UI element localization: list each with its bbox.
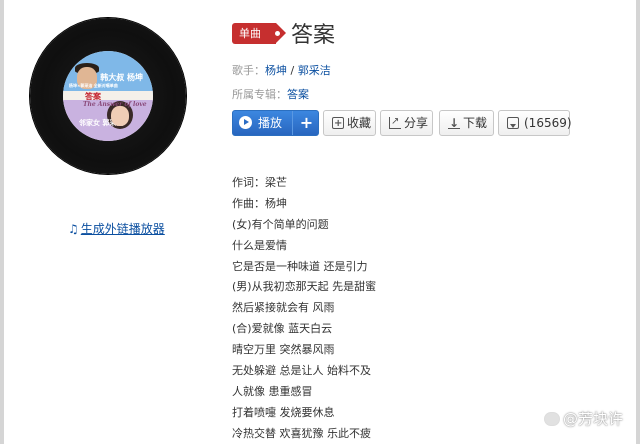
watermark-logo-icon <box>544 412 560 426</box>
play-label: 播放 <box>258 116 283 130</box>
artist-link-2[interactable]: 郭采洁 <box>298 64 331 77</box>
add-to-playlist-button[interactable]: + <box>292 111 318 135</box>
lyric-line: 冷热交替 欢喜犹豫 乐此不疲 <box>232 426 371 440</box>
watermark: @芳块许 <box>544 408 623 429</box>
favorite-label: 收藏 <box>347 116 372 130</box>
cover-small-text: 杨坤×郭采洁 全新对唱单曲 <box>69 83 118 88</box>
cover-singer2-photo <box>111 106 129 126</box>
lyric-line: 它是否是一种味道 还是引力 <box>232 259 368 273</box>
lyrics-list: 作词：梁芒 作曲：杨坤 (女)有个简单的问题 什么是爱情 它是否是一种味道 还是… <box>232 176 376 448</box>
cover-title-text: 答案 <box>85 91 101 101</box>
artist-separator: / <box>287 64 298 77</box>
lyric-line: 作词：梁芒 <box>232 176 287 189</box>
download-icon <box>448 111 460 135</box>
lyric-line: (合)爱就像 蓝天白云 <box>232 322 333 336</box>
album-row: 所属专辑：答案 <box>232 86 309 102</box>
song-title: 答案 <box>291 23 336 48</box>
album-cover: 杨坤×郭采洁 全新对唱单曲 韩大叔 杨坤 答案 The Answer of lo… <box>63 51 153 141</box>
comment-icon <box>507 117 519 129</box>
generate-external-player-link[interactable]: ♫ 生成外链播放器 <box>68 220 165 237</box>
lyric-line: 什么是爱情 <box>232 238 287 252</box>
lyric-line: 作曲：杨坤 <box>232 196 287 210</box>
share-icon <box>389 110 401 134</box>
share-button[interactable]: 分享 <box>380 110 433 136</box>
right-edge <box>636 0 640 444</box>
comment-count: (16569) <box>524 116 572 130</box>
download-label: 下载 <box>463 116 488 130</box>
lyric-line: 无处躲避 总是让人 始料不及 <box>232 364 371 378</box>
single-badge: 单曲 <box>232 23 286 44</box>
play-icon <box>239 116 252 129</box>
cover-top-text: 韩大叔 杨坤 <box>100 72 143 82</box>
favorite-button[interactable]: 收藏 <box>323 110 376 136</box>
badge-dot <box>275 31 280 36</box>
album-link[interactable]: 答案 <box>287 88 309 101</box>
add-folder-icon <box>332 112 344 136</box>
lyric-line: (女)有个简单的问题 <box>232 217 329 231</box>
lyric-line: 打着喷嚏 发烧要休息 <box>232 405 335 419</box>
left-edge <box>0 0 4 444</box>
lyric-line: 然后紧接就会有 风雨 <box>232 301 335 315</box>
album-label: 所属专辑： <box>232 88 287 101</box>
play-button[interactable]: 播放 <box>233 111 291 135</box>
lyric-line: 人就像 患重感冒 <box>232 384 313 398</box>
lyric-line: 晴空万里 突然暴风雨 <box>232 343 335 357</box>
single-badge-label: 单曲 <box>239 27 261 40</box>
comments-button[interactable]: (16569) <box>498 110 572 136</box>
download-button[interactable]: 下载 <box>439 110 494 136</box>
artist-link-1[interactable]: 杨坤 <box>265 64 287 77</box>
player-link-label: 生成外链播放器 <box>80 222 165 236</box>
artist-label: 歌手： <box>232 64 265 77</box>
artist-row: 歌手：杨坤 / 郭采洁 <box>232 62 331 78</box>
watermark-text: @芳块许 <box>563 410 624 428</box>
music-note-icon: ♫ <box>68 222 79 236</box>
play-button-group: 播放 + <box>232 110 319 136</box>
lyric-line: (男)从我初恋那天起 先是甜蜜 <box>232 280 377 294</box>
cover-title-band <box>63 91 153 100</box>
share-label: 分享 <box>404 116 429 130</box>
